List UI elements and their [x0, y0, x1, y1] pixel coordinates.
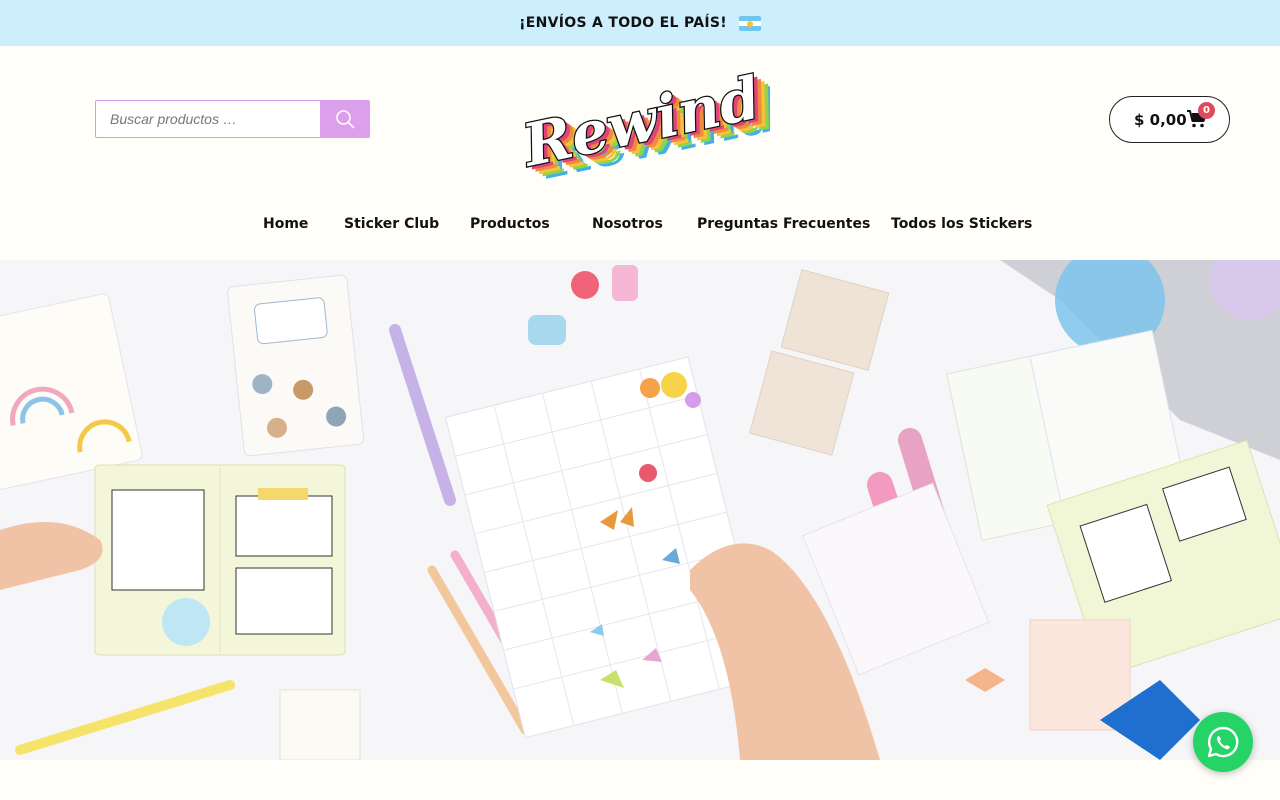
- nav-item-productos[interactable]: Productos: [470, 216, 550, 232]
- nav-item-home[interactable]: Home: [263, 216, 308, 232]
- announcement-bar: ¡ENVÍOS A TODO EL PAÍS!: [0, 0, 1280, 46]
- search-form: [95, 100, 370, 138]
- argentina-flag-icon: [738, 15, 761, 31]
- search-input[interactable]: [95, 100, 320, 138]
- site-header: Rewind Rewind Rewind Rewind Rewind Rewin…: [0, 46, 1280, 261]
- cart-count-badge: 0: [1198, 102, 1215, 119]
- nav-item-nosotros[interactable]: Nosotros: [592, 216, 663, 232]
- hero-banner: [0, 260, 1280, 760]
- whatsapp-button[interactable]: [1193, 712, 1253, 772]
- nav-item-preguntas-frecuentes[interactable]: Preguntas Frecuentes: [697, 216, 870, 232]
- nav-item-sticker-club[interactable]: Sticker Club: [344, 216, 439, 232]
- site-logo[interactable]: Rewind Rewind Rewind Rewind Rewind Rewin…: [510, 58, 785, 192]
- stationery-flatlay-image: [0, 260, 1280, 760]
- whatsapp-icon: [1207, 726, 1239, 758]
- search-button[interactable]: [320, 100, 370, 138]
- main-nav: Home Sticker Club Productos Nosotros Pre…: [0, 216, 1280, 236]
- nav-item-todos-los-stickers[interactable]: Todos los Stickers: [891, 216, 1032, 232]
- page-content-start: [0, 760, 1280, 800]
- cart-button[interactable]: $ 0,00 0: [1109, 96, 1230, 143]
- announcement-text: ¡ENVÍOS A TODO EL PAÍS!: [519, 15, 727, 31]
- cart-total: $ 0,00: [1134, 110, 1187, 129]
- search-icon: [336, 110, 355, 129]
